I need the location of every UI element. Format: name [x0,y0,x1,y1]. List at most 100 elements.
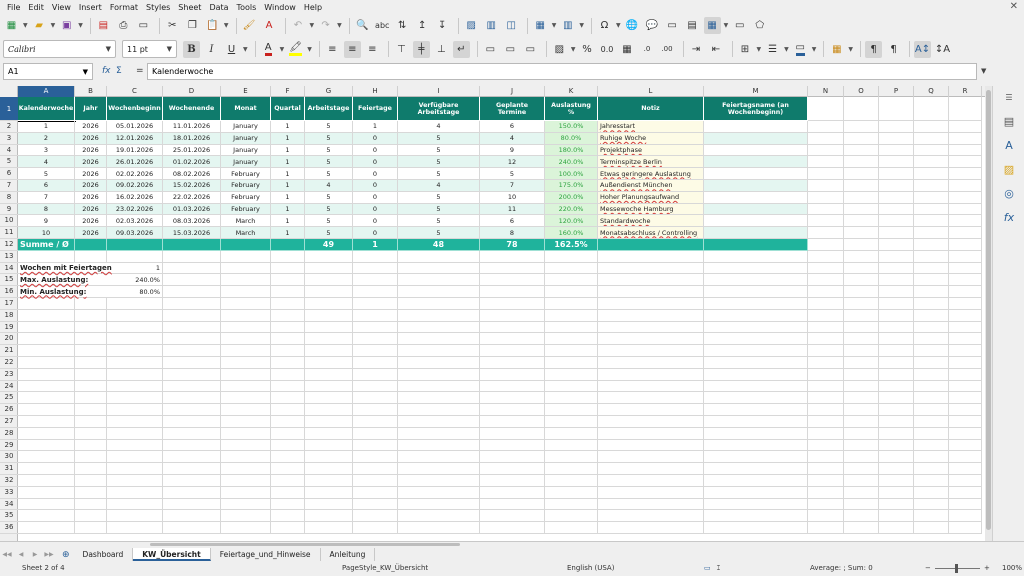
data-cell[interactable]: February [221,180,271,192]
cell[interactable] [598,321,704,334]
data-cell[interactable]: Standardwoche [598,215,704,228]
cell[interactable] [480,333,545,346]
cell[interactable] [107,486,163,499]
data-cell[interactable]: 2026 [75,132,107,145]
cell[interactable] [305,451,353,464]
cell[interactable] [18,522,75,534]
cell[interactable] [914,333,949,346]
cell[interactable] [353,250,398,263]
cell[interactable] [879,463,914,475]
cell[interactable] [949,380,982,393]
data-cell[interactable] [704,132,808,145]
cell[interactable] [398,427,480,440]
cell[interactable] [221,463,271,475]
data-cell[interactable] [704,191,808,204]
cell[interactable] [480,463,545,475]
column-title-cell[interactable]: Quartal [271,97,305,121]
cell[interactable] [704,498,808,511]
cell[interactable] [545,368,598,381]
cell[interactable] [949,475,982,487]
menu-file[interactable]: File [3,3,24,12]
cell[interactable] [18,345,75,357]
data-cell[interactable]: 2026 [75,215,107,228]
cell[interactable] [545,475,598,487]
cell[interactable] [18,439,75,452]
cell[interactable] [480,357,545,369]
stat-value-cell[interactable]: 80.0% [107,286,163,298]
spelling-icon[interactable]: abc [374,17,391,34]
unmerge-cells-icon[interactable]: ▭ [522,41,539,58]
show-draw-functions-icon[interactable]: ⬠ [751,17,768,34]
data-cell[interactable]: 5 [398,132,480,145]
page-style[interactable]: PageStyle_KW_Übersicht [342,564,428,572]
data-cell[interactable]: 5 [305,132,353,145]
cell[interactable] [914,215,949,228]
cell[interactable] [844,321,879,334]
column-header[interactable]: M [704,86,808,97]
cell[interactable] [949,168,982,180]
cell[interactable] [271,321,305,334]
sum-cell[interactable]: 78 [480,239,545,251]
cell[interactable] [844,227,879,239]
cell[interactable] [480,416,545,428]
data-cell[interactable]: 5 [398,168,480,180]
cell[interactable] [271,262,305,275]
data-cell[interactable]: 240.0% [545,156,598,169]
cell[interactable] [844,97,879,121]
cell[interactable] [305,463,353,475]
cell[interactable] [949,345,982,357]
data-cell[interactable]: 1 [271,191,305,204]
cell[interactable] [305,298,353,310]
first-sheet-icon[interactable]: ◀◀ [0,549,14,561]
data-cell[interactable] [704,121,808,133]
cell[interactable] [808,180,844,192]
data-cell[interactable]: 80.0% [545,132,598,145]
data-cell[interactable]: 4 [480,132,545,145]
cell[interactable] [18,463,75,475]
gallery-icon[interactable]: ▨ [1001,162,1017,178]
cell[interactable] [353,286,398,298]
cell[interactable] [18,404,75,416]
column-header[interactable]: E [221,86,271,97]
sort-ascending-icon[interactable]: ↥ [414,17,431,34]
align-left-icon[interactable]: ≡ [324,41,341,58]
cell[interactable] [914,286,949,298]
cell[interactable] [704,357,808,369]
increase-indent-icon[interactable]: ⇥ [688,41,705,58]
cell[interactable] [305,357,353,369]
cell[interactable] [704,262,808,275]
cell[interactable] [704,439,808,452]
cell[interactable] [914,475,949,487]
cell[interactable] [914,416,949,428]
cell[interactable] [949,510,982,523]
borders-icon[interactable]: ⊞ [737,41,754,58]
cell[interactable] [598,380,704,393]
zoom-level[interactable]: 100% [1002,564,1022,572]
cell[interactable] [75,416,107,428]
data-cell[interactable]: Hoher Planungsaufwand [598,191,704,204]
cell[interactable] [221,298,271,310]
cell[interactable] [480,392,545,405]
data-cell[interactable]: 5 [398,156,480,169]
data-cell[interactable]: 1 [271,227,305,239]
cell[interactable] [75,392,107,405]
chevron-down-icon[interactable]: ▼ [579,22,584,29]
data-cell[interactable]: 5 [398,215,480,228]
cell[interactable] [18,250,75,263]
cell[interactable] [808,404,844,416]
data-cell[interactable]: 5 [18,168,75,180]
chevron-down-icon[interactable]: ▼ [280,46,285,53]
cell[interactable] [879,475,914,487]
name-box[interactable]: A1 ▼ [3,63,93,80]
cell[interactable] [844,404,879,416]
open-folder-icon[interactable]: ▰ [31,17,48,34]
cell[interactable] [914,392,949,405]
cell[interactable] [879,156,914,169]
cell[interactable] [598,286,704,298]
cell[interactable] [949,215,982,228]
data-cell[interactable]: 5 [398,203,480,216]
data-cell[interactable]: 2026 [75,227,107,239]
cell[interactable] [704,475,808,487]
data-cell[interactable]: 11.01.2026 [163,121,221,133]
merge-cells-icon[interactable]: ▭ [502,41,519,58]
